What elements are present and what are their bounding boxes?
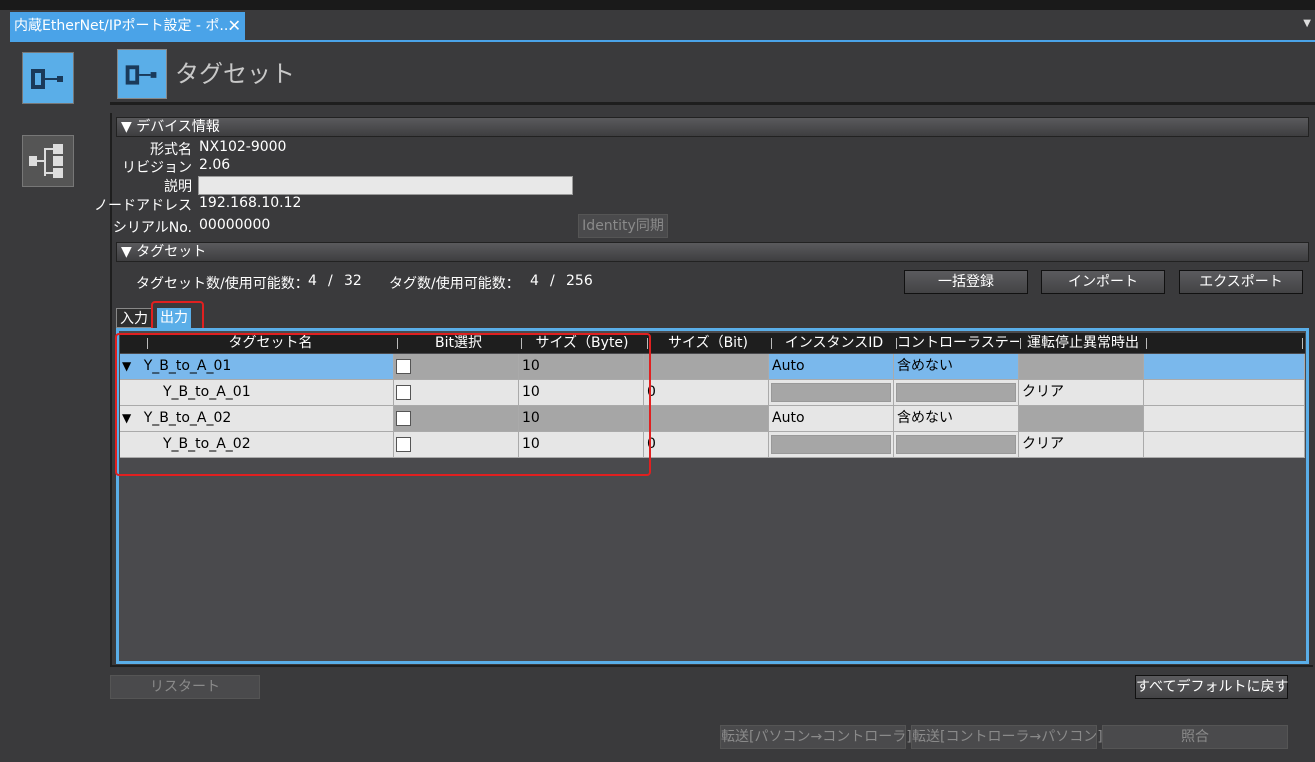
instance-id-cell xyxy=(769,380,894,406)
tagset-max-value: 32 xyxy=(344,273,362,289)
close-icon[interactable]: ✕ xyxy=(228,12,241,40)
column-header-stop-output[interactable]: 運転停止異常時出 xyxy=(1021,333,1145,353)
serial-label: シリアルNo. xyxy=(112,220,192,236)
serial-value: 00000000 xyxy=(199,217,271,233)
tab-list-dropdown-icon[interactable]: ▼ xyxy=(1303,18,1311,29)
disabled-field xyxy=(771,435,891,454)
revision-label: リビジョン xyxy=(122,160,192,176)
tab-input[interactable]: 入力 xyxy=(116,308,152,328)
page-title: タグセット xyxy=(175,60,295,88)
transfer-to-pc-button[interactable]: 転送[コントローラ→パソコン] xyxy=(911,725,1103,749)
description-label: 説明 xyxy=(164,179,192,195)
model-value: NX102-9000 xyxy=(199,139,287,155)
filler-cell xyxy=(1144,432,1305,458)
export-button[interactable]: エクスポート xyxy=(1179,270,1303,294)
document-tab[interactable]: 内蔵EtherNet/IPポート設定 - ポ... ✕ xyxy=(10,12,245,40)
tagset-count-label: タグセット数/使用可能数： xyxy=(136,276,309,292)
model-label: 形式名 xyxy=(150,142,192,158)
controller-status-cell xyxy=(894,380,1019,406)
size-bit-cell[interactable]: 0 xyxy=(644,380,769,406)
import-button[interactable]: インポート xyxy=(1041,270,1165,294)
size-bit-cell[interactable] xyxy=(644,406,769,432)
stop-output-cell[interactable]: クリア xyxy=(1019,380,1144,406)
column-separator xyxy=(1302,338,1303,349)
controller-status-cell[interactable]: 含めない xyxy=(894,406,1019,432)
controller-status-cell[interactable]: 含めない xyxy=(894,354,1019,380)
column-header-controller-status[interactable]: コントローラステータス xyxy=(897,333,1019,353)
stop-output-cell[interactable] xyxy=(1019,354,1144,380)
instance-id-cell[interactable]: Auto xyxy=(769,354,894,380)
device-info-section-header[interactable]: ▼ デバイス情報 xyxy=(116,117,1309,137)
tagset-section-header[interactable]: ▼ タグセット xyxy=(116,242,1309,262)
tag-max-value: 256 xyxy=(566,273,593,289)
tagset-nav-icon[interactable] xyxy=(22,52,74,104)
revision-value: 2.06 xyxy=(199,157,231,173)
column-header-size-bit[interactable]: サイズ（Bit) xyxy=(648,333,768,353)
tagset-header-icon xyxy=(117,49,167,99)
disabled-field xyxy=(896,383,1016,402)
size-bit-cell[interactable]: 0 xyxy=(644,432,769,458)
connection-nav-icon[interactable] xyxy=(22,135,74,187)
stop-output-cell[interactable] xyxy=(1019,406,1144,432)
tag-count-separator: / xyxy=(550,273,555,289)
reset-default-button[interactable]: すべてデフォルトに戻す xyxy=(1135,675,1288,699)
compare-button[interactable]: 照合 xyxy=(1102,725,1288,749)
identity-sync-button[interactable]: Identity同期 xyxy=(578,214,668,238)
node-address-value: 192.168.10.12 xyxy=(199,195,302,211)
filler-cell xyxy=(1144,354,1305,380)
description-field[interactable] xyxy=(198,176,573,195)
column-header-instance-id[interactable]: インスタンスID xyxy=(772,333,896,353)
tab-underline xyxy=(10,40,1315,42)
bulk-register-button[interactable]: 一括登録 xyxy=(904,270,1028,294)
node-address-label: ノードアドレス xyxy=(94,198,192,214)
tag-count-value: 4 xyxy=(530,273,539,289)
disabled-field xyxy=(896,435,1016,454)
instance-id-cell[interactable]: Auto xyxy=(769,406,894,432)
filler-cell xyxy=(1144,380,1305,406)
restart-button[interactable]: リスタート xyxy=(110,675,260,699)
transfer-to-controller-button[interactable]: 転送[パソコン→コントローラ] xyxy=(720,725,912,749)
title-strip xyxy=(0,0,1315,10)
rows-highlight xyxy=(115,333,651,476)
tagset-count-value: 4 xyxy=(308,273,317,289)
stop-output-cell[interactable]: クリア xyxy=(1019,432,1144,458)
tag-count-label: タグ数/使用可能数： xyxy=(389,276,520,292)
instance-id-cell xyxy=(769,432,894,458)
header-divider xyxy=(110,102,1315,105)
column-separator xyxy=(1146,338,1147,349)
controller-status-cell xyxy=(894,432,1019,458)
filler-cell xyxy=(1144,406,1305,432)
tab-title: 内蔵EtherNet/IPポート設定 - ポ... xyxy=(14,18,233,34)
disabled-field xyxy=(771,383,891,402)
tagset-count-separator: / xyxy=(328,273,333,289)
size-bit-cell[interactable] xyxy=(644,354,769,380)
